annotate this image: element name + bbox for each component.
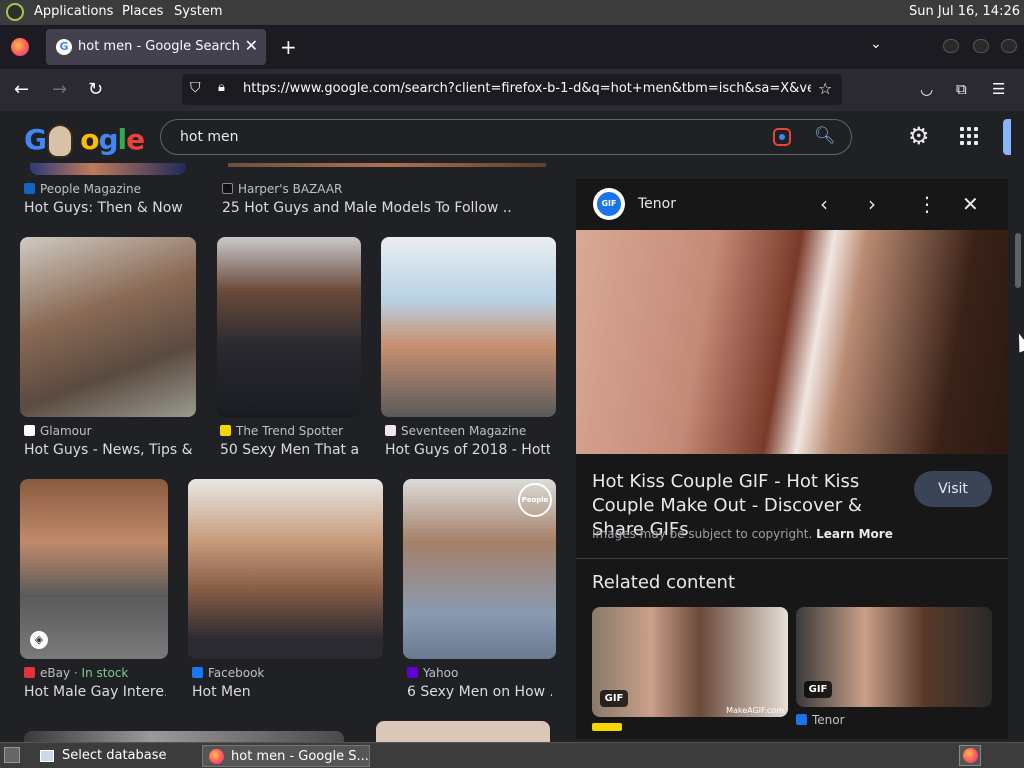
result-image-partial[interactable]	[376, 721, 550, 742]
apps-grid-icon[interactable]	[960, 127, 978, 145]
google-doodle-logo[interactable]: Google	[24, 123, 145, 156]
taskbar-item-select-database[interactable]: Select database	[34, 745, 198, 767]
result-image-ebay[interactable]: ◈	[20, 479, 168, 659]
gif-badge: GIF	[804, 681, 832, 698]
copyright-notice: Images may be subject to copyright. Lear…	[592, 527, 893, 541]
result-title[interactable]: Hot Guys - News, Tips & ...	[24, 442, 194, 458]
people-badge: People	[518, 483, 552, 517]
url-text[interactable]: https://www.google.com/search?client=fir…	[243, 81, 811, 96]
result-source[interactable]: Glamour	[24, 424, 92, 438]
pocket-icon[interactable]: ◡	[920, 80, 933, 98]
doodle-portrait-icon	[47, 124, 73, 158]
applications-menu[interactable]: Applications	[34, 4, 113, 19]
profile-avatar[interactable]	[1003, 119, 1011, 155]
result-source[interactable]: eBay · In stock	[24, 666, 128, 680]
forward-arrow-icon[interactable]: →	[52, 79, 67, 100]
learn-more-link[interactable]: Learn More	[816, 527, 893, 541]
tenor-logo-icon[interactable]: GIF	[593, 188, 625, 220]
visit-button[interactable]: Visit	[914, 471, 992, 507]
minimize-window-button[interactable]	[943, 39, 959, 53]
related-image[interactable]: GIF	[796, 607, 992, 707]
result-title[interactable]: 50 Sexy Men That a...	[220, 442, 360, 458]
gear-icon[interactable]: ⚙	[908, 122, 930, 150]
maximize-window-button[interactable]	[973, 39, 989, 53]
result-image-facebook[interactable]	[188, 479, 383, 659]
next-chevron-icon[interactable]: ›	[868, 192, 876, 216]
google-lens-icon[interactable]	[773, 128, 791, 146]
result-title[interactable]: 6 Sexy Men on How ...	[407, 684, 552, 700]
workspace-switcher[interactable]	[959, 745, 981, 766]
panel-source-name[interactable]: Tenor	[638, 196, 676, 212]
system-menu[interactable]: System	[174, 4, 222, 19]
bookmark-star-icon[interactable]: ☆	[818, 79, 832, 98]
firefox-icon	[963, 748, 978, 763]
result-source[interactable]: People Magazine	[24, 182, 141, 196]
search-box[interactable]	[160, 119, 852, 155]
result-title[interactable]: Hot Guys: Then & Now	[24, 200, 204, 216]
related-source-favicon	[592, 723, 622, 731]
price-tag-icon: ◈	[30, 631, 48, 649]
result-image-seventeen[interactable]	[381, 237, 556, 417]
related-source[interactable]: Tenor	[796, 713, 845, 727]
close-window-button[interactable]	[1001, 39, 1017, 53]
result-source[interactable]: Yahoo	[407, 666, 458, 680]
result-source[interactable]: Facebook	[192, 666, 264, 680]
related-content-heading: Related content	[592, 572, 735, 593]
gif-badge: GIF	[600, 690, 628, 707]
result-image-trend-spotter[interactable]	[217, 237, 361, 417]
preview-image[interactable]	[576, 230, 1008, 454]
result-source[interactable]: Seventeen Magazine	[385, 424, 526, 438]
menu-icon[interactable]: ☰	[992, 80, 1005, 98]
chevron-down-icon[interactable]: ⌄	[870, 36, 882, 52]
result-title[interactable]: 25 Hot Guys and Male Models To Follow ..…	[222, 200, 512, 216]
search-input[interactable]: hot men	[180, 129, 239, 145]
taskbar-item-firefox[interactable]: hot men - Google S...	[202, 745, 370, 767]
result-image-yahoo[interactable]: People	[403, 479, 556, 659]
watermark: MakeAGIF.com	[726, 706, 784, 715]
window-icon	[40, 750, 54, 762]
result-image-people-magazine[interactable]	[30, 163, 186, 175]
google-favicon-icon: G	[56, 39, 72, 55]
result-title[interactable]: Hot Guys of 2018 - Hott...	[385, 442, 550, 458]
scrollbar-thumb[interactable]	[1015, 233, 1021, 288]
reload-icon[interactable]: ↻	[88, 79, 103, 100]
clock[interactable]: Sun Jul 16, 14:26	[909, 4, 1020, 19]
new-tab-icon[interactable]: +	[280, 35, 297, 59]
result-image-harpers-bazaar[interactable]	[228, 163, 546, 167]
previous-chevron-icon[interactable]: ‹	[820, 192, 828, 216]
close-tab-icon[interactable]: ✕	[245, 36, 258, 55]
close-panel-icon[interactable]: ✕	[962, 192, 979, 216]
result-image-partial[interactable]	[24, 731, 344, 742]
back-arrow-icon[interactable]: ←	[14, 79, 29, 100]
result-source[interactable]: Harper's BAZAAR	[222, 182, 342, 196]
result-title[interactable]: Hot Men	[192, 684, 372, 700]
shield-icon[interactable]: ⛉	[190, 80, 201, 96]
lock-icon[interactable]: 🔒︎	[218, 80, 225, 95]
firefox-icon	[209, 749, 224, 764]
result-title[interactable]: Hot Male Gay Intere...	[24, 684, 166, 700]
more-options-icon[interactable]: ⋮	[917, 192, 937, 216]
search-icon[interactable]: 🔍︎	[814, 126, 836, 146]
stock-status: · In stock	[73, 666, 129, 680]
browser-tab[interactable]: G hot men - Google Search ✕	[46, 29, 266, 65]
extensions-icon[interactable]: ⧉	[956, 80, 967, 98]
result-image-glamour[interactable]	[20, 237, 196, 417]
gnome-top-panel: Applications Places System Sun Jul 16, 1…	[0, 0, 1024, 25]
firefox-icon[interactable]	[11, 38, 29, 56]
tab-title: hot men - Google Search	[78, 39, 240, 54]
gnome-logo-icon[interactable]	[6, 3, 24, 21]
result-source[interactable]: The Trend Spotter	[220, 424, 343, 438]
divider	[576, 558, 1008, 559]
show-desktop-icon[interactable]	[4, 747, 20, 763]
related-image[interactable]: GIF MakeAGIF.com	[592, 607, 788, 717]
places-menu[interactable]: Places	[122, 4, 163, 19]
